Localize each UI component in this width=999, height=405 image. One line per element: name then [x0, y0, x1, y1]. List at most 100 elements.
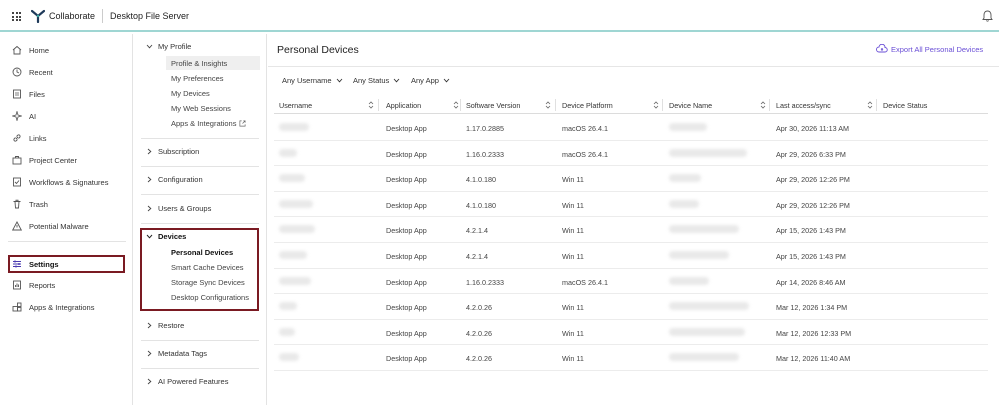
subitem-my-web-sessions[interactable]: My Web Sessions	[171, 104, 231, 113]
column-header-device-status[interactable]: Device Status	[883, 101, 927, 110]
table-row[interactable]: Desktop App 1.16.0.2333 macOS 26.4.1 Apr 29…	[274, 141, 988, 167]
cell-application: Desktop App	[386, 226, 427, 236]
home-icon	[12, 45, 22, 55]
section-label: AI Powered Features	[158, 377, 229, 386]
brand-name: Collaborate	[49, 11, 96, 21]
subitem-my-preferences[interactable]: My Preferences	[171, 74, 224, 83]
column-header-software-version[interactable]: Software Version	[466, 101, 520, 110]
bell-icon[interactable]	[982, 10, 993, 22]
sidebar-item-apps-integrations[interactable]: Apps & Integrations	[12, 300, 94, 314]
chevron-down-icon	[336, 78, 342, 83]
section-label: Restore	[158, 321, 185, 330]
cell-device-platform: macOS 26.4.1	[562, 149, 608, 159]
filter-username-dropdown[interactable]: Any Username	[282, 76, 343, 85]
section-metadata-tags[interactable]: Metadata Tags	[145, 349, 207, 358]
workflow-icon	[12, 177, 22, 187]
section-divider	[141, 223, 259, 224]
devices-highlight-box	[140, 228, 259, 311]
subitem-apps-integrations[interactable]: Apps & Integrations	[171, 119, 246, 128]
apps-grid-icon[interactable]	[12, 12, 21, 21]
export-all-button[interactable]: Export All Personal Devices	[876, 44, 983, 54]
cell-device-platform: Win 11	[562, 175, 584, 185]
sort-icon[interactable]	[867, 100, 873, 110]
column-header-device-name[interactable]: Device Name	[669, 101, 712, 110]
subitem-my-devices[interactable]: My Devices	[171, 89, 210, 98]
section-users-groups[interactable]: Users & Groups	[145, 204, 211, 213]
page-title: Personal Devices	[277, 44, 359, 56]
sidebar-item-label: Home	[29, 45, 50, 55]
sidebar-item-recent[interactable]: Recent	[12, 65, 53, 79]
cell-device-platform: Win 11	[562, 354, 584, 364]
section-divider	[141, 368, 259, 369]
cell-application: Desktop App	[386, 124, 427, 133]
redacted-username	[279, 251, 307, 259]
column-header-application[interactable]: Application	[386, 101, 421, 110]
sidebar-item-home[interactable]: Home	[12, 43, 49, 57]
redacted-username	[279, 276, 311, 285]
cell-software-version: 4.2.1.4	[466, 226, 488, 236]
redacted-username	[279, 174, 305, 183]
sidebar-item-reports[interactable]: Reports	[12, 278, 55, 292]
column-header-username[interactable]: Username	[279, 101, 312, 110]
chevron-right-icon	[145, 205, 153, 213]
section-restore[interactable]: Restore	[145, 321, 184, 330]
table-row[interactable]: Desktop App 4.2.0.26 Win 11 Mar 12, 2026 11…	[274, 345, 988, 371]
section-divider	[141, 138, 259, 139]
cell-last-access: Mar 12, 2026 12:33 PM	[776, 328, 852, 338]
sidebar-item-workflows[interactable]: Workflows & Signatures	[12, 175, 108, 189]
files-icon	[12, 89, 22, 99]
ai-sparkle-icon	[12, 111, 22, 121]
cell-software-version: 4.2.1.4	[466, 252, 488, 261]
filter-status-dropdown[interactable]: Any Status	[353, 76, 400, 85]
table-row[interactable]: Desktop App 1.17.0.2885 macOS 26.4.1 Apr 30…	[274, 115, 988, 141]
sidebar-item-links[interactable]: Links	[12, 131, 47, 145]
redacted-device-name	[669, 327, 745, 336]
trash-icon	[12, 199, 22, 209]
cell-last-access: Apr 29, 2026 12:26 PM	[776, 175, 850, 185]
sort-icon[interactable]	[545, 100, 551, 110]
table-row[interactable]: Desktop App 4.1.0.180 Win 11 Apr 29, 2026 1…	[274, 166, 988, 192]
cell-last-access: Apr 30, 2026 11:13 AM	[776, 124, 849, 133]
cell-last-access: Mar 12, 2026 11:40 AM	[776, 354, 851, 364]
column-separator	[769, 99, 770, 111]
section-ai-powered-features[interactable]: AI Powered Features	[145, 377, 228, 386]
sidebar-item-ai[interactable]: AI	[12, 109, 36, 123]
cell-last-access: Apr 15, 2026 1:43 PM	[776, 252, 846, 261]
filter-app-dropdown[interactable]: Any App	[411, 76, 450, 85]
sort-icon[interactable]	[368, 100, 374, 110]
table-row[interactable]: Desktop App 4.2.0.26 Win 11 Mar 12, 2026 12…	[274, 320, 988, 346]
subitem-profile-insights[interactable]: Profile & Insights	[171, 59, 227, 68]
section-divider	[141, 166, 259, 167]
sidebar-item-potential-malware[interactable]: Potential Malware	[12, 219, 89, 233]
sort-icon[interactable]	[760, 100, 766, 110]
sort-icon[interactable]	[453, 100, 459, 110]
external-link-icon	[239, 120, 246, 127]
redacted-device-name	[669, 353, 739, 362]
sidebar-item-files[interactable]: Files	[12, 87, 45, 101]
table-row[interactable]: Desktop App 4.2.1.4 Win 11 Apr 15, 2026 1:4…	[274, 243, 988, 269]
table-header: Username Application Software Version De…	[274, 96, 988, 114]
section-subscription[interactable]: Subscription	[145, 147, 199, 156]
table-row[interactable]: Desktop App 4.1.0.180 Win 11 Apr 29, 2026 1…	[274, 192, 988, 218]
left-sidebar: Home Recent Files AI Links Project Cente…	[0, 34, 133, 405]
table-row[interactable]: Desktop App 4.2.1.4 Win 11 Apr 15, 2026 1:4…	[274, 217, 988, 243]
section-my-profile[interactable]: My Profile	[145, 42, 191, 51]
redacted-username	[279, 353, 299, 362]
sort-icon[interactable]	[653, 100, 659, 110]
column-header-device-platform[interactable]: Device Platform	[562, 101, 613, 110]
sidebar-item-trash[interactable]: Trash	[12, 197, 48, 211]
column-header-last-access[interactable]: Last access/sync	[776, 101, 831, 110]
sidebar-item-label: Apps & Integrations	[29, 302, 95, 312]
sidebar-item-project-center[interactable]: Project Center	[12, 153, 77, 167]
cell-application: Desktop App	[386, 328, 427, 338]
table-row[interactable]: Desktop App 1.16.0.2333 macOS 26.4.1 Apr 14…	[274, 269, 988, 295]
topbar-divider	[102, 9, 103, 23]
section-configuration[interactable]: Configuration	[145, 175, 203, 184]
table-row[interactable]: Desktop App 4.2.0.26 Win 11 Mar 12, 2026 1:…	[274, 294, 988, 320]
cell-last-access: Apr 29, 2026 6:33 PM	[776, 149, 846, 159]
chevron-down-icon	[443, 78, 450, 83]
sidebar-item-label: Trash	[29, 199, 48, 209]
subitem-label: Apps & Integrations	[171, 119, 237, 128]
cell-device-platform: Win 11	[562, 226, 584, 236]
chevron-right-icon	[145, 322, 153, 330]
